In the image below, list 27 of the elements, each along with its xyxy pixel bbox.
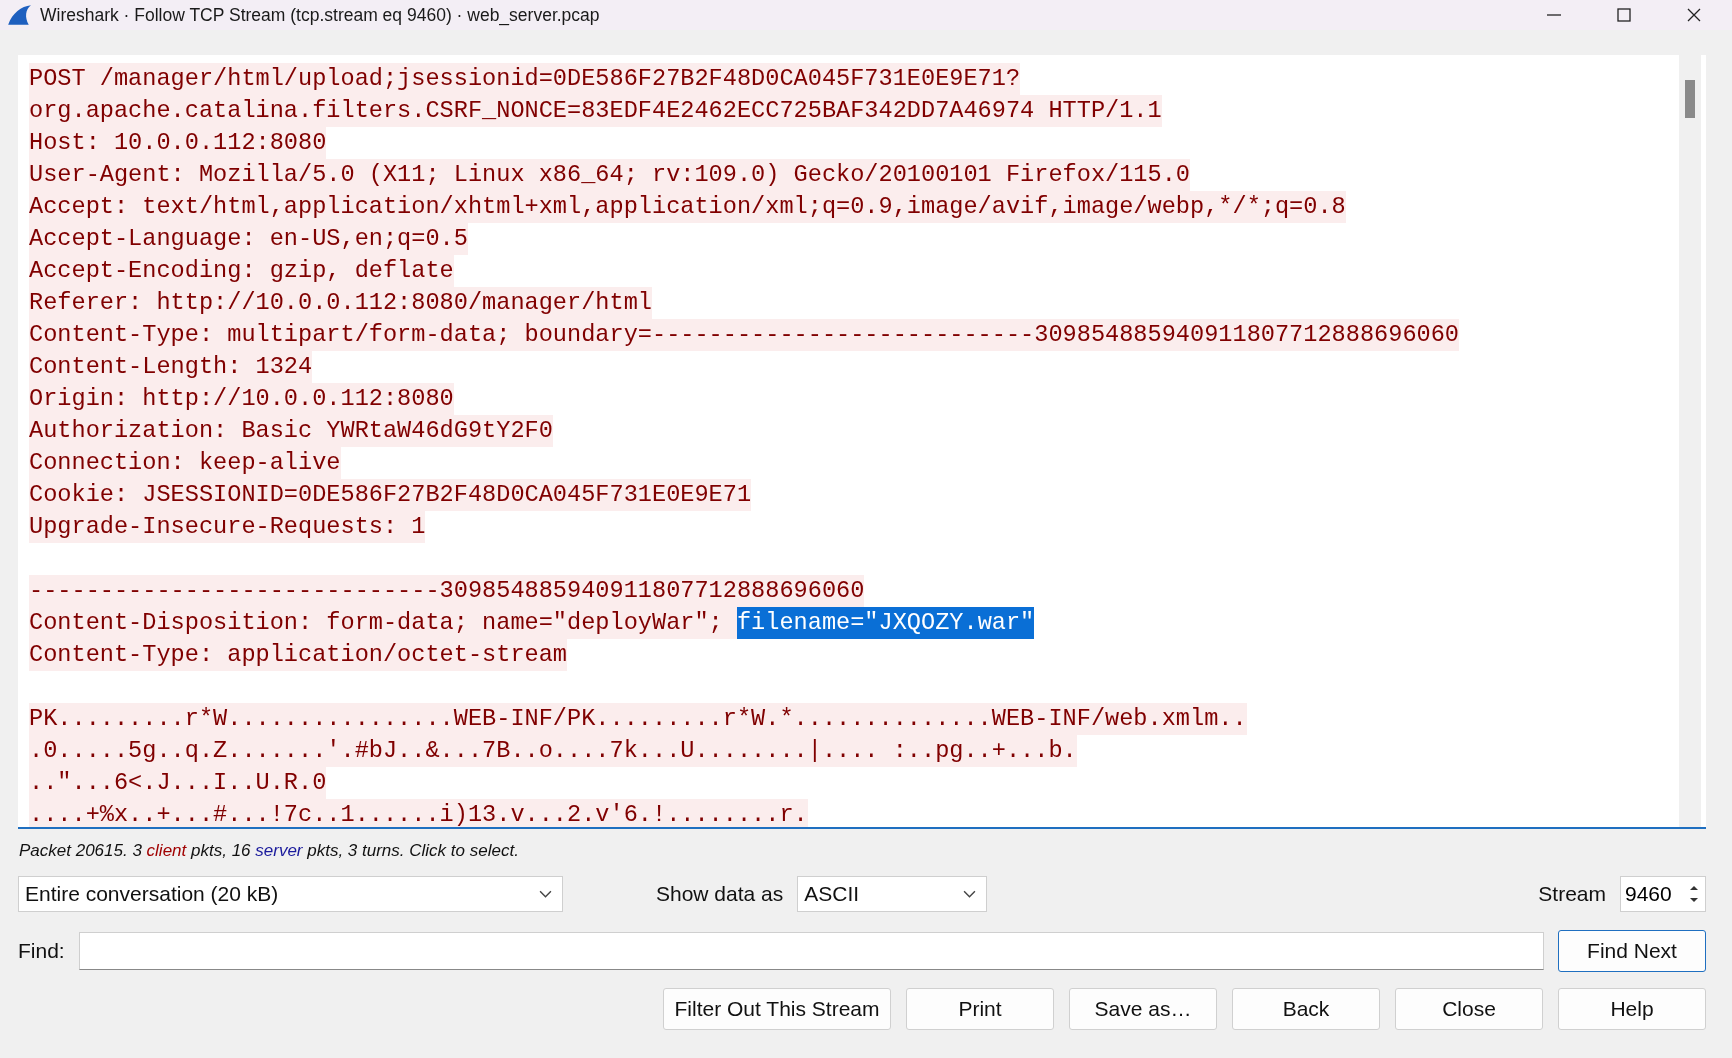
find-field[interactable] (78, 932, 1544, 970)
stream-text-area[interactable] (18, 55, 1706, 829)
find-label: Find: (18, 939, 65, 963)
dialog-button[interactable]: Print (906, 988, 1054, 1030)
maximize-icon[interactable] (1616, 7, 1632, 23)
scrollbar[interactable] (1679, 55, 1701, 827)
close-icon[interactable] (1686, 7, 1702, 23)
scrollbar-thumb[interactable] (1685, 80, 1695, 118)
dialog-button[interactable]: Back (1232, 988, 1380, 1030)
dialog-button[interactable]: Help (1558, 988, 1706, 1030)
dialog-button[interactable]: Filter Out This Stream (663, 988, 891, 1030)
up-arrow-icon[interactable] (1689, 885, 1699, 891)
status-text: Packet 20615. 3 client pkts, 16 server pkts, 3 turns. Click to select. (19, 841, 520, 862)
stream-label: Stream (1538, 882, 1606, 906)
data-format-dropdown[interactable]: ASCII (797, 876, 988, 912)
show-data-label: Show data as (656, 882, 784, 906)
selected-text: filename="JXQOZY.war" (736, 607, 1035, 639)
caret-icon (539, 889, 552, 899)
window-title: Wireshark · Follow TCP Stream (tcp.stream eq 9460) · web_server.pcap (40, 4, 600, 26)
stream-spinbox[interactable]: 9460 (1620, 876, 1706, 912)
down-arrow-icon[interactable] (1689, 897, 1699, 903)
find-next-button[interactable]: Find Next (1558, 930, 1706, 972)
app-logo-icon (6, 4, 32, 26)
conversation-dropdown[interactable]: Entire conversation (20 kB) (18, 876, 563, 912)
dialog-button[interactable]: Save as… (1069, 988, 1217, 1030)
caret-icon (963, 889, 977, 899)
dialog-button[interactable]: Close (1395, 988, 1543, 1030)
